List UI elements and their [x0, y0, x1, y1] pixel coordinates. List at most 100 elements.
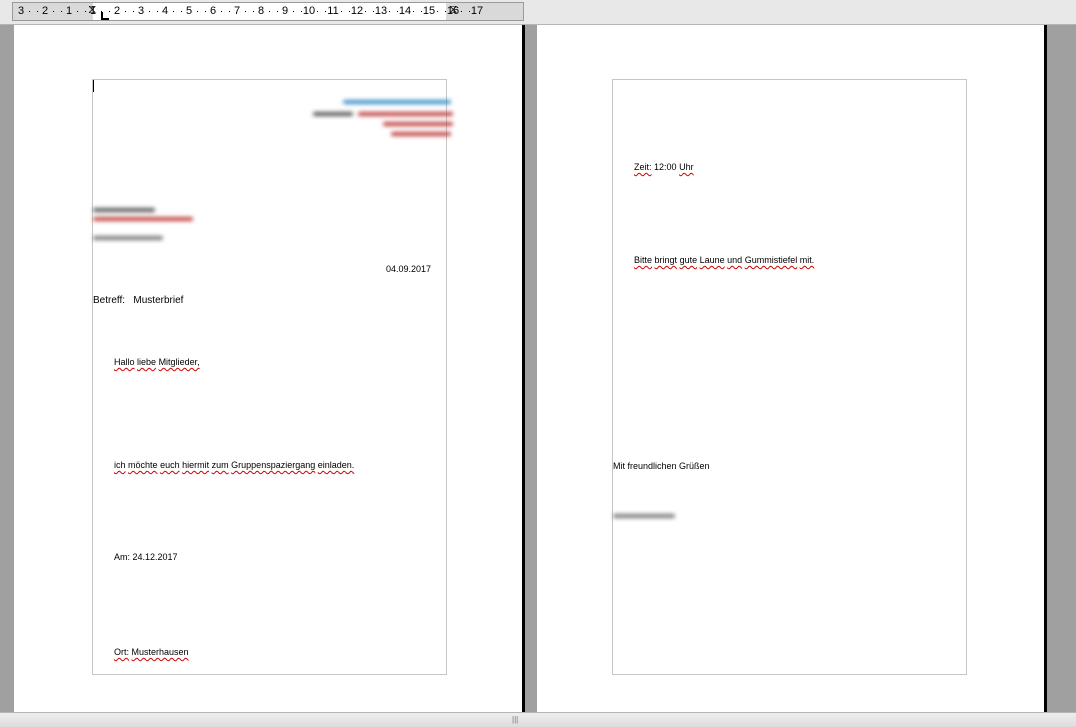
event-place-line: Ort: Musterhausen: [114, 647, 189, 657]
ruler-dot: [181, 11, 182, 12]
left-tab-stop-icon[interactable]: [101, 12, 109, 20]
ruler-number: 12: [350, 5, 364, 17]
invitation-word: zum: [211, 460, 229, 470]
ruler-dot: [85, 11, 86, 12]
ruler-number: 9: [281, 5, 289, 17]
ruler-dot: [325, 11, 326, 12]
ruler-dot: [413, 11, 414, 12]
ruler-dot: [229, 11, 230, 12]
ruler-number: 17: [470, 5, 484, 17]
greeting-line: Hallo liebe Mitglieder,: [114, 357, 200, 367]
ruler-dot: [125, 11, 126, 12]
time-unit: Uhr: [679, 162, 694, 172]
ruler-number: 13: [374, 5, 388, 17]
ruler-dot: [197, 11, 198, 12]
ruler-dot: [365, 11, 366, 12]
horizontal-ruler[interactable]: ⧖ ⧖ 3 2 1 1 2 3 4 5 6 7 8 9 10 11 12 13 14 15 16 17: [12, 2, 524, 21]
greeting-word: Hallo: [114, 357, 135, 367]
ruler-number: 2: [41, 5, 49, 17]
ruler-dot: [301, 11, 302, 12]
sender-address-blurred: [303, 98, 453, 148]
ruler-dot: [253, 11, 254, 12]
bring-word: Bitte: [634, 255, 653, 265]
ruler-dot: [245, 11, 246, 12]
greeting-word: liebe: [137, 357, 157, 367]
text-boundaries: Zeit: 12:00 Uhr Bitte bringt gute Laune …: [612, 79, 967, 675]
subject-line: Betreff: Musterbrief: [93, 295, 183, 306]
ruler-dot: [437, 11, 438, 12]
ruler-dot: [373, 11, 374, 12]
ruler-dot: [421, 11, 422, 12]
ruler-dot: [53, 11, 54, 12]
subject-value: Musterbrief: [133, 295, 184, 306]
ruler-dot: [445, 11, 446, 12]
ruler-dot: [133, 11, 134, 12]
ruler-number: 5: [185, 5, 193, 17]
text-boundaries: 04.09.2017 Betreff: Musterbrief Hallo li…: [92, 79, 453, 675]
invitation-line: ich möchte euch hiermit zum Gruppenspazi…: [114, 460, 354, 470]
invitation-word: möchte: [128, 460, 158, 470]
horizontal-ruler-bar: ⧖ ⧖ 3 2 1 1 2 3 4 5 6 7 8 9 10 11 12 13 14 15 16 17: [0, 0, 1076, 25]
status-divider-bar: |||: [0, 712, 1076, 727]
ruler-number: 1: [89, 5, 97, 17]
ruler-number: 11: [327, 5, 339, 17]
ruler-dot: [397, 11, 398, 12]
time-label: Zeit:: [634, 162, 652, 172]
ruler-number: 1: [65, 5, 73, 17]
ruler-dot: [269, 11, 270, 12]
bring-word: Laune: [699, 255, 725, 265]
invitation-word: ich: [114, 460, 126, 470]
letter-date: 04.09.2017: [386, 264, 432, 274]
ruler-dot: [277, 11, 278, 12]
greeting-word: Mitglieder,: [158, 357, 200, 367]
ruler-dot: [61, 11, 62, 12]
time-value: 12:00: [654, 162, 677, 172]
ruler-dot: [349, 11, 350, 12]
signature-blurred: [613, 510, 683, 524]
event-time-line: Zeit: 12:00 Uhr: [634, 162, 694, 172]
ruler-dot: [37, 11, 38, 12]
resize-grip-icon[interactable]: |||: [512, 715, 518, 724]
ruler-number: 14: [398, 5, 412, 17]
ruler-dot: [101, 11, 102, 12]
bring-along-line: Bitte bringt gute Laune und Gummistiefel…: [634, 255, 814, 265]
ruler-dot: [469, 11, 470, 12]
ruler-number: 8: [257, 5, 265, 17]
recipient-address-blurred: [93, 206, 203, 246]
ruler-number: 2: [113, 5, 121, 17]
bring-word: gute: [679, 255, 698, 265]
ruler-dot: [109, 11, 110, 12]
place-value: Musterhausen: [131, 647, 189, 657]
ruler-dot: [221, 11, 222, 12]
invitation-word: Gruppenspaziergang: [231, 460, 316, 470]
document-workspace[interactable]: 04.09.2017 Betreff: Musterbrief Hallo li…: [0, 25, 1076, 712]
ruler-dot: [149, 11, 150, 12]
ruler-number: 16: [446, 5, 460, 17]
ruler-number: 3: [17, 5, 25, 17]
bring-word: mit.: [799, 255, 815, 265]
text-cursor: [93, 80, 94, 92]
invitation-word: hiermit: [182, 460, 210, 470]
ruler-dot: [205, 11, 206, 12]
ruler-number: 10: [302, 5, 316, 17]
ruler-number: 6: [209, 5, 217, 17]
subject-label: Betreff:: [93, 295, 126, 306]
ruler-dot: [157, 11, 158, 12]
ruler-number: 15: [422, 5, 436, 17]
ruler-dot: [461, 11, 462, 12]
ruler-dot: [29, 11, 30, 12]
ruler-dot: [173, 11, 174, 12]
ruler-dot: [317, 11, 318, 12]
closing-line: Mit freundlichen Grüßen: [613, 461, 710, 471]
invitation-word: einladen.: [317, 460, 355, 470]
ruler-number: 7: [233, 5, 241, 17]
ruler-number: 3: [137, 5, 145, 17]
page-2[interactable]: Zeit: 12:00 Uhr Bitte bringt gute Laune …: [537, 25, 1047, 712]
invitation-word: euch: [160, 460, 180, 470]
place-label: Ort:: [114, 647, 129, 657]
ruler-dot: [293, 11, 294, 12]
bring-word: und: [727, 255, 743, 265]
ruler-number: 4: [161, 5, 169, 17]
bring-word: Gummistiefel: [744, 255, 798, 265]
page-1[interactable]: 04.09.2017 Betreff: Musterbrief Hallo li…: [14, 25, 525, 712]
